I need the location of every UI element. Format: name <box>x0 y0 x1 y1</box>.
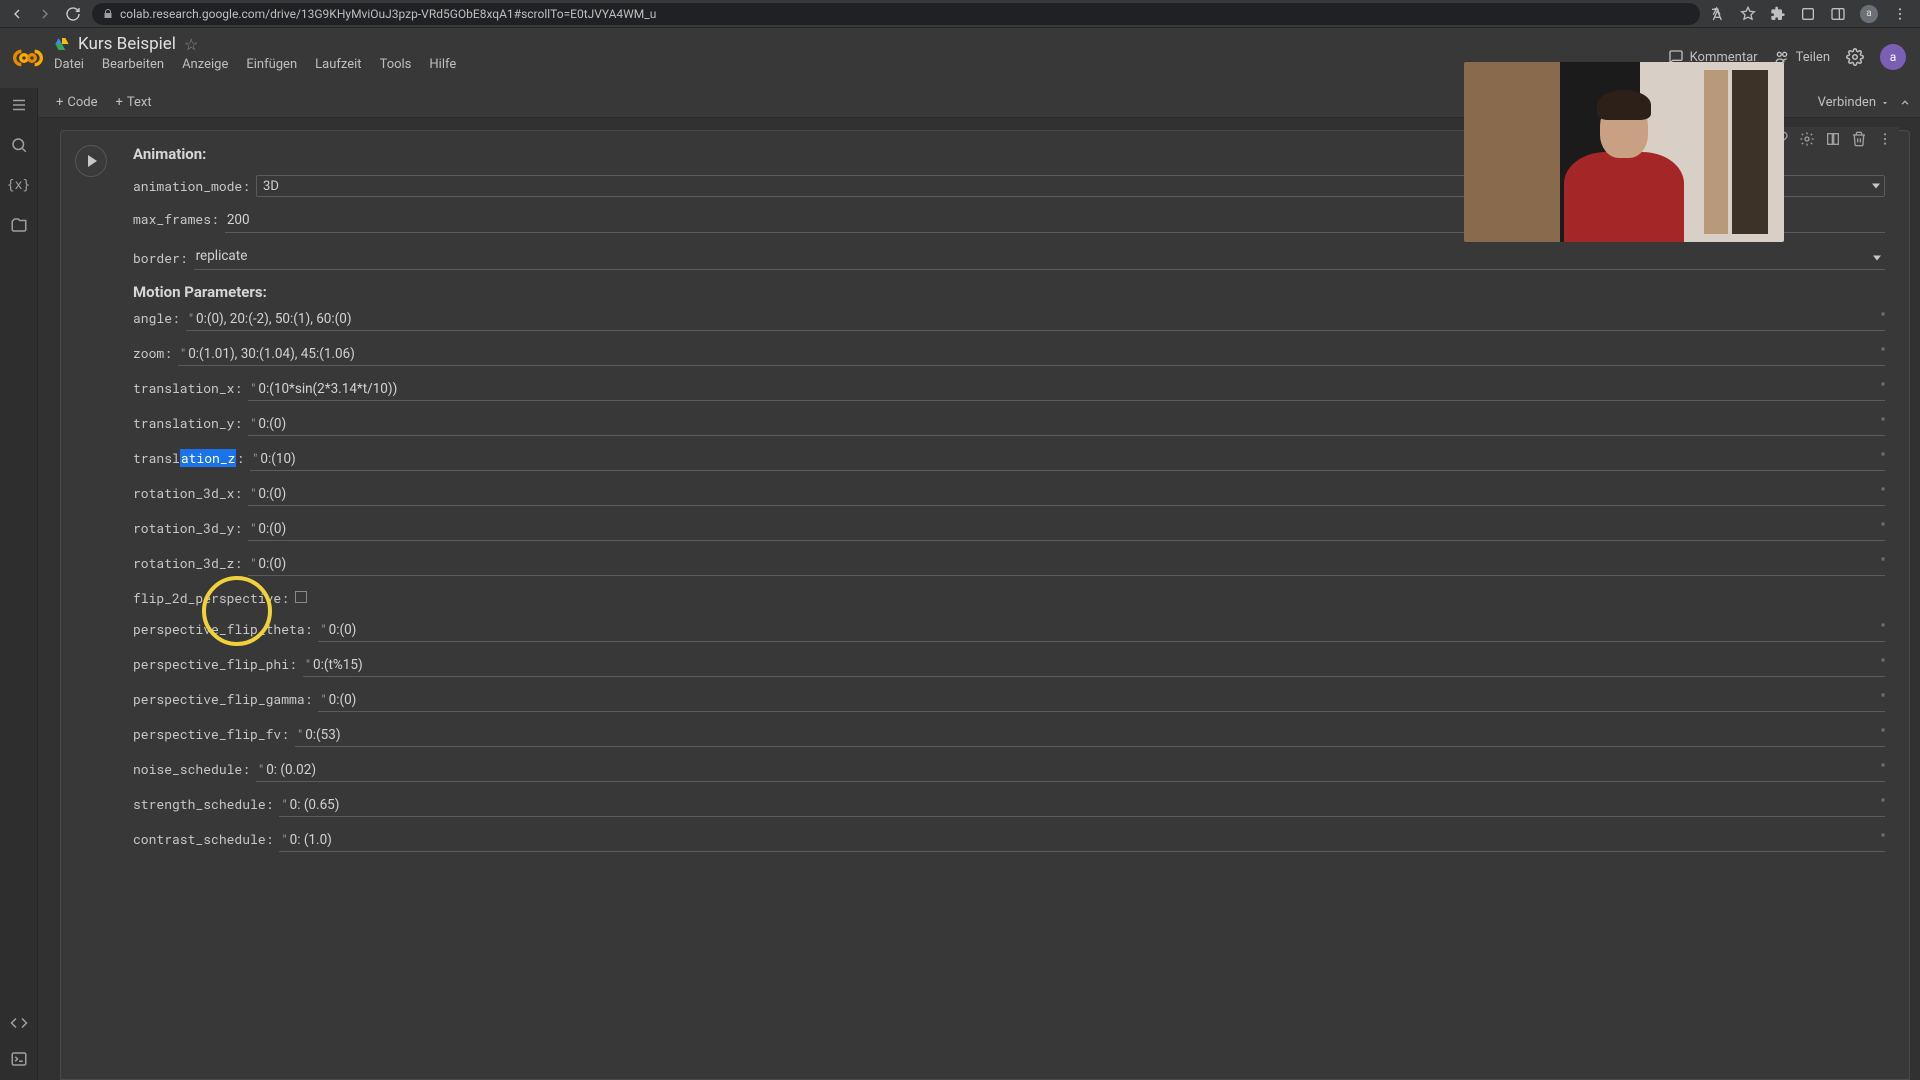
toc-icon[interactable] <box>10 96 28 114</box>
gear-icon[interactable] <box>1846 48 1864 66</box>
toggle-header-button[interactable] <box>1898 96 1912 110</box>
add-code-button[interactable]: +Code <box>56 95 98 110</box>
terminal-icon[interactable] <box>10 1050 28 1068</box>
menu-laufzeit[interactable]: Laufzeit <box>315 57 361 72</box>
cell-settings-icon[interactable] <box>1799 131 1815 147</box>
forward-button[interactable] <box>36 5 54 23</box>
input-rotation-3d-x[interactable] <box>258 486 1885 502</box>
label-animation-mode: animation_mode: <box>133 177 250 195</box>
label-translation-y: translation_y: <box>133 414 242 432</box>
input-angle[interactable] <box>196 311 1885 327</box>
chevron-down-icon <box>1873 255 1881 260</box>
input-translation-x[interactable] <box>258 381 1885 397</box>
label-angle: angle: <box>133 309 180 327</box>
chevron-down-icon <box>1872 184 1880 189</box>
label-perspective-flip-theta: perspective_flip_theta: <box>133 620 312 638</box>
files-icon[interactable] <box>10 216 28 234</box>
lock-icon <box>102 8 114 20</box>
menu-bar: Datei Bearbeiten Anzeige Einfügen Laufze… <box>54 57 456 72</box>
menu-hilfe[interactable]: Hilfe <box>429 57 456 72</box>
label-perspective-flip-gamma: perspective_flip_gamma: <box>133 690 312 708</box>
left-rail: {x} <box>0 88 38 1080</box>
label-max-frames: max_frames: <box>133 210 219 228</box>
label-noise-schedule: noise_schedule: <box>133 760 250 778</box>
chevron-down-icon <box>1880 98 1890 108</box>
input-rotation-3d-y[interactable] <box>258 521 1885 537</box>
variables-icon[interactable]: {x} <box>10 176 28 194</box>
checkbox-flip-2d-perspective[interactable] <box>295 591 307 603</box>
url-text: colab.research.google.com/drive/13G9KHyM… <box>120 7 656 21</box>
kebab-icon[interactable] <box>1892 6 1908 22</box>
label-zoom: zoom: <box>133 344 172 362</box>
add-text-button[interactable]: +Text <box>116 95 152 110</box>
label-flip-2d-perspective: flip_2d_perspective: <box>133 589 289 607</box>
label-perspective-flip-fv: perspective_flip_fv: <box>133 725 289 743</box>
input-perspective-flip-theta[interactable] <box>329 622 1885 638</box>
translate-icon[interactable] <box>1710 6 1726 22</box>
menu-datei[interactable]: Datei <box>54 57 84 72</box>
mirror-icon[interactable] <box>1825 131 1841 147</box>
label-perspective-flip-phi: perspective_flip_phi: <box>133 655 297 673</box>
address-bar[interactable]: colab.research.google.com/drive/13G9KHyM… <box>92 3 1700 25</box>
input-perspective-flip-gamma[interactable] <box>329 692 1885 708</box>
drive-icon <box>54 36 70 52</box>
label-translation-z: translation_z: <box>133 449 244 467</box>
search-icon[interactable] <box>10 136 28 154</box>
label-rotation-3d-y: rotation_3d_y: <box>133 519 242 537</box>
delete-cell-icon[interactable] <box>1851 131 1867 147</box>
star-outline-icon[interactable]: ☆ <box>184 35 198 54</box>
panel-icon[interactable] <box>1830 6 1846 22</box>
cell-more-icon[interactable] <box>1877 131 1893 147</box>
reload-button[interactable] <box>64 5 82 23</box>
back-button[interactable] <box>8 5 26 23</box>
connect-button[interactable]: Verbinden <box>1818 95 1890 110</box>
input-perspective-flip-fv[interactable] <box>305 727 1885 743</box>
play-icon <box>88 155 97 167</box>
webcam-overlay <box>1464 62 1784 242</box>
input-perspective-flip-phi[interactable] <box>313 657 1885 673</box>
menu-einfuegen[interactable]: Einfügen <box>246 57 297 72</box>
doc-title[interactable]: Kurs Beispiel <box>78 34 176 54</box>
user-avatar[interactable]: a <box>1880 44 1906 70</box>
input-contrast-schedule[interactable] <box>290 832 1885 848</box>
input-translation-z[interactable] <box>260 451 1885 467</box>
colab-logo[interactable] <box>10 40 46 76</box>
notebook-main: Animation: animation_mode: 3D max_frames… <box>38 118 1920 1080</box>
code-snippets-icon[interactable] <box>10 1014 28 1032</box>
section-motion-title: Motion Parameters: <box>133 283 1885 301</box>
generic-ext-icon[interactable] <box>1800 6 1816 22</box>
run-cell-button[interactable] <box>75 145 107 177</box>
label-contrast-schedule: contrast_schedule: <box>133 830 273 848</box>
form-cell: Animation: animation_mode: 3D max_frames… <box>60 130 1910 1080</box>
label-strength-schedule: strength_schedule: <box>133 795 273 813</box>
menu-tools[interactable]: Tools <box>380 57 412 72</box>
browser-right-icons: a <box>1710 5 1912 23</box>
label-rotation-3d-z: rotation_3d_z: <box>133 554 242 572</box>
label-border: border: <box>133 249 188 267</box>
input-zoom[interactable] <box>188 346 1885 362</box>
extensions-icon[interactable] <box>1770 6 1786 22</box>
browser-toolbar: colab.research.google.com/drive/13G9KHyM… <box>0 0 1920 28</box>
menu-bearbeiten[interactable]: Bearbeiten <box>102 57 164 72</box>
star-icon[interactable] <box>1740 6 1756 22</box>
label-translation-x: translation_x: <box>133 379 242 397</box>
input-strength-schedule[interactable] <box>290 797 1885 813</box>
input-translation-y[interactable] <box>258 416 1885 432</box>
input-noise-schedule[interactable] <box>266 762 1885 778</box>
label-rotation-3d-x: rotation_3d_x: <box>133 484 242 502</box>
browser-avatar[interactable]: a <box>1860 5 1878 23</box>
input-rotation-3d-z[interactable] <box>258 556 1885 572</box>
menu-anzeige[interactable]: Anzeige <box>182 57 228 72</box>
select-border[interactable]: replicate <box>194 246 1885 270</box>
